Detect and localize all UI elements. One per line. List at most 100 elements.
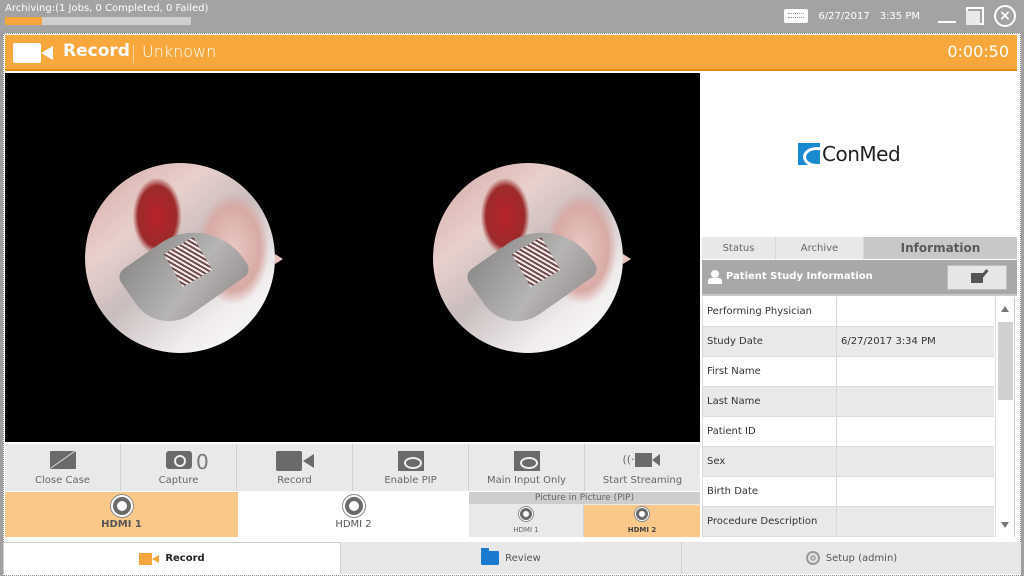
streaming-icon: ((· bbox=[623, 451, 663, 469]
table-row[interactable]: Sex bbox=[703, 447, 994, 477]
main-input-hdmi2-label: HDMI 2 bbox=[335, 519, 372, 530]
gear-icon bbox=[805, 551, 820, 565]
camera-icon bbox=[165, 451, 192, 469]
enable-pip-button[interactable]: Enable PIP bbox=[353, 444, 469, 491]
scrollbar-thumb[interactable] bbox=[998, 322, 1013, 400]
capture-count: 0 bbox=[196, 450, 209, 474]
row-value[interactable] bbox=[837, 357, 994, 386]
main-input-hdmi2[interactable]: HDMI 2 bbox=[238, 492, 469, 537]
minimize-icon[interactable] bbox=[938, 9, 956, 23]
row-value[interactable] bbox=[837, 417, 994, 446]
patient-study-title: Patient Study Information bbox=[726, 271, 873, 282]
video-camera-icon bbox=[13, 43, 53, 63]
main-input-hdmi1[interactable]: HDMI 1 bbox=[5, 492, 238, 537]
main-input-hdmi1-label: HDMI 1 bbox=[101, 519, 142, 530]
archive-progress-bar bbox=[5, 17, 191, 25]
archive-progress-fill bbox=[5, 17, 43, 25]
table-row[interactable]: Procedure Description bbox=[703, 507, 994, 537]
nav-tab-setup[interactable]: Setup (admin) bbox=[682, 542, 1021, 574]
logo-text: ConMed bbox=[822, 142, 901, 166]
table-row[interactable]: Performing Physician bbox=[703, 297, 994, 327]
eye-icon bbox=[513, 451, 540, 471]
patient-name: Unknown bbox=[142, 42, 217, 61]
conmed-logo: ConMed bbox=[798, 142, 901, 166]
record-header: Record Unknown 0:00:50 bbox=[5, 35, 1017, 71]
capture-label: Capture bbox=[158, 475, 199, 486]
nav-tab-record[interactable]: Record bbox=[3, 542, 341, 574]
scroll-up-icon[interactable] bbox=[1001, 306, 1009, 312]
table-row[interactable]: First Name bbox=[703, 357, 994, 387]
close-case-button[interactable]: Close Case bbox=[5, 444, 121, 491]
video-feed-pip bbox=[433, 163, 623, 353]
row-label: Procedure Description bbox=[703, 507, 837, 536]
pip-header: Picture in Picture (PIP) bbox=[469, 492, 700, 504]
conmed-logo-icon bbox=[798, 143, 820, 165]
pip-eye-icon bbox=[397, 451, 424, 471]
archive-status: Archiving:(1 Jobs, 0 Completed, 0 Failed… bbox=[5, 3, 209, 14]
start-streaming-button[interactable]: ((· Start Streaming bbox=[585, 444, 700, 491]
keyboard-icon[interactable] bbox=[784, 9, 809, 23]
control-bar: Close Case 0 Capture Record Enable PIP M… bbox=[5, 444, 700, 491]
patient-info-scrollbar[interactable] bbox=[995, 297, 1015, 537]
row-value[interactable] bbox=[837, 447, 994, 476]
tab-archive[interactable]: Archive bbox=[776, 237, 864, 259]
pip-input-hdmi2[interactable]: HDMI 2 bbox=[584, 505, 700, 537]
enable-pip-label: Enable PIP bbox=[384, 475, 437, 486]
table-row[interactable]: Birth Date bbox=[703, 477, 994, 507]
title-divider bbox=[133, 45, 134, 63]
row-label: Sex bbox=[703, 447, 837, 476]
record-button[interactable]: Record bbox=[237, 444, 353, 491]
row-label: First Name bbox=[703, 357, 837, 386]
logo-area: ConMed bbox=[702, 73, 1017, 236]
side-tabs: Status Archive Information bbox=[702, 237, 1017, 259]
row-label: Birth Date bbox=[703, 477, 837, 506]
system-date: 6/27/2017 bbox=[818, 10, 870, 22]
video-feed-main bbox=[85, 163, 275, 353]
tab-information[interactable]: Information bbox=[864, 237, 1017, 259]
row-value[interactable]: 6/27/2017 3:34 PM bbox=[837, 327, 994, 356]
table-row[interactable]: Patient ID bbox=[703, 417, 994, 447]
hdmi-icon bbox=[344, 497, 363, 515]
restore-icon[interactable] bbox=[966, 7, 984, 25]
system-time: 3:35 PM bbox=[879, 10, 920, 22]
nav-tab-setup-label: Setup (admin) bbox=[825, 552, 898, 564]
video-camera-icon bbox=[275, 451, 314, 471]
row-label: Patient ID bbox=[703, 417, 837, 446]
row-label: Performing Physician bbox=[703, 297, 837, 326]
recording-timer: 0:00:50 bbox=[947, 42, 1009, 61]
nav-tab-review[interactable]: Review bbox=[341, 542, 682, 574]
edit-patient-button[interactable] bbox=[947, 265, 1007, 290]
person-icon bbox=[708, 270, 722, 284]
row-label: Study Date bbox=[703, 327, 837, 356]
scroll-down-icon[interactable] bbox=[1001, 522, 1009, 528]
close-case-label: Close Case bbox=[35, 475, 90, 486]
pip-input-hdmi1[interactable]: HDMI 1 bbox=[469, 505, 584, 537]
close-icon[interactable]: × bbox=[994, 5, 1016, 27]
row-label: Last Name bbox=[703, 387, 837, 416]
patient-info-table: Performing Physician Study Date 6/27/2017… bbox=[702, 297, 994, 537]
pip-input-hdmi1-label: HDMI 1 bbox=[513, 526, 539, 534]
row-value[interactable] bbox=[837, 297, 994, 326]
video-preview bbox=[5, 73, 700, 442]
bottom-nav: Record Review Setup (admin) bbox=[3, 542, 1021, 574]
tab-status[interactable]: Status bbox=[702, 237, 776, 259]
start-streaming-label: Start Streaming bbox=[602, 475, 683, 486]
capture-button[interactable]: 0 Capture bbox=[121, 444, 237, 491]
page-title: Record bbox=[63, 41, 130, 61]
row-value[interactable] bbox=[837, 477, 994, 506]
row-value[interactable] bbox=[837, 507, 994, 536]
patient-study-header: Patient Study Information bbox=[702, 260, 1017, 296]
main-input-only-label: Main Input Only bbox=[486, 475, 567, 486]
system-bar: Archiving:(1 Jobs, 0 Completed, 0 Failed… bbox=[0, 0, 1024, 32]
pip-input-group: Picture in Picture (PIP) HDMI 1 HDMI 2 bbox=[469, 492, 700, 537]
main-input-only-button[interactable]: Main Input Only bbox=[469, 444, 585, 491]
hdmi-icon bbox=[520, 508, 532, 520]
table-row[interactable]: Last Name bbox=[703, 387, 994, 417]
scope-marker bbox=[623, 254, 631, 264]
nav-tab-review-label: Review bbox=[505, 552, 541, 564]
row-value[interactable] bbox=[837, 387, 994, 416]
table-row[interactable]: Study Date 6/27/2017 3:34 PM bbox=[703, 327, 994, 357]
close-case-icon bbox=[49, 451, 76, 469]
video-camera-icon bbox=[139, 552, 160, 565]
pip-input-hdmi2-label: HDMI 2 bbox=[627, 526, 657, 534]
